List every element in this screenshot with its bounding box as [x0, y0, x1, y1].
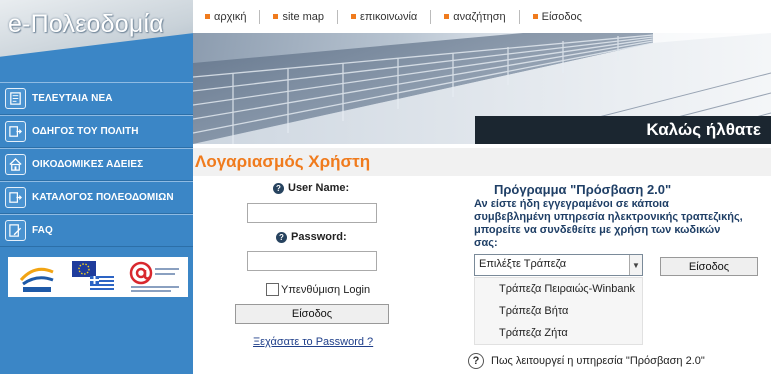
sidebar-item-label: ΟΔΗΓΟΣ ΤΟΥ ΠΟΛΙΤΗ [32, 126, 139, 137]
sidebar-item-citizen-guide[interactable]: ΟΔΗΓΟΣ ΤΟΥ ΠΟΛΙΤΗ [0, 115, 193, 148]
chevron-down-icon[interactable]: ▼ [629, 255, 642, 275]
welcome-banner: Καλώς ήλθατε [475, 116, 771, 144]
bank-option-beta[interactable]: Τράπεζα Βήτα [475, 300, 642, 322]
password-label: ? Password: [276, 231, 347, 243]
bullet-icon [444, 14, 450, 19]
bullet-icon [351, 14, 357, 19]
nav-divider [259, 9, 261, 24]
sidebar-item-label: ΟΙΚΟΔΟΜΙΚΕΣ ΑΔΕΙΕΣ [32, 159, 144, 170]
nav-link-contact[interactable]: επικοινωνία [351, 11, 417, 23]
house-icon [5, 154, 26, 175]
nav-link-label: αρχική [214, 10, 247, 23]
sidebar-item-faq[interactable]: FAQ [0, 214, 193, 247]
faq-icon [5, 220, 26, 241]
prosvasi-description: Αν είστε ήδη εγγεγραμένοι σε κάποια συμβ… [474, 198, 743, 249]
forgot-password-link[interactable]: Ξεχάσατε το Password ? [253, 336, 373, 348]
bank-option-piraeus[interactable]: Τράπεζα Πειραιώς-Winbank [475, 278, 642, 300]
password-input[interactable] [247, 251, 377, 271]
prosvasi-help-text: Πως λειτουργεί η υπηρεσία "Πρόσβαση 2.0" [491, 355, 705, 367]
bank-select-value: Επιλέξτε Τράπεζα [479, 258, 567, 270]
login-button[interactable]: Είσοδος [235, 304, 389, 324]
question-icon: ? [468, 353, 484, 369]
site-logo[interactable]: e-Πολεοδομία [0, 0, 193, 80]
partner-logos [8, 257, 188, 297]
nav-divider [337, 9, 339, 24]
help-icon[interactable]: ? [276, 231, 287, 243]
prosvasi-title: Πρόγραμμα "Πρόσβαση 2.0" [494, 182, 672, 197]
nav-link-home[interactable]: αρχική [205, 11, 246, 23]
nav-divider [430, 9, 432, 24]
bank-options-list: Τράπεζα Πειραιώς-Winbank Τράπεζα Βήτα Τρ… [474, 277, 643, 345]
guide-icon [5, 121, 26, 142]
news-icon [5, 88, 26, 109]
username-label: ? User Name: [273, 182, 349, 194]
nav-link-search[interactable]: αναζήτηση [444, 10, 506, 23]
remember-checkbox[interactable] [266, 283, 279, 296]
nav-link-label: επικοινωνία [360, 10, 418, 23]
nav-link-label: Είσοδος [541, 10, 582, 23]
top-nav: αρχική site map επικοινωνία αναζήτηση Εί… [193, 0, 771, 33]
sidebar-item-catalog[interactable]: ΚΑΤΑΛΟΓΟΣ ΠΟΛΕΟΔΟΜΙΩΝ [0, 181, 193, 214]
username-label-text: User Name: [288, 182, 350, 194]
nav-link-sitemap[interactable]: site map [273, 11, 324, 23]
catalog-icon [5, 187, 26, 208]
sidebar-item-label: ΤΕΛΕΥΤΑΙΑ ΝΕΑ [32, 93, 113, 104]
nav-link-login[interactable]: Είσοδος [532, 10, 582, 23]
nav-link-label: αναζήτηση [453, 10, 506, 23]
remember-label: Υπενθύμιση Login [281, 284, 371, 296]
password-label-text: Password: [291, 231, 347, 243]
account-header: Λογαριασμός Χρήστη [193, 148, 771, 176]
sidebar: e-Πολεοδομία ΤΕΛΕΥΤΑΙΑ ΝΕΑ ΟΔΗΓΟΣ ΤΟΥ ΠΟ… [0, 0, 193, 374]
greece-2020-logo [14, 260, 59, 294]
help-icon[interactable]: ? [273, 182, 284, 194]
username-input[interactable] [247, 203, 377, 223]
sidebar-item-building-permits[interactable]: ΟΙΚΟΔΟΜΙΚΕΣ ΑΔΕΙΕΣ [0, 148, 193, 181]
nav-divider [518, 9, 520, 24]
nav-link-label: site map [282, 10, 325, 23]
bank-select[interactable]: Επιλέξτε Τράπεζα ▼ [474, 254, 643, 276]
bullet-icon [532, 14, 538, 19]
sidebar-item-label: FAQ [32, 225, 53, 236]
sidebar-menu: ΤΕΛΕΥΤΑΙΑ ΝΕΑ ΟΔΗΓΟΣ ΤΟΥ ΠΟΛΙΤΗ ΟΙΚΟΔΟΜΙ… [0, 82, 193, 247]
prosvasi-help[interactable]: ? Πως λειτουργεί η υπηρεσία "Πρόσβαση 2.… [468, 353, 705, 369]
bank-option-zeta[interactable]: Τράπεζα Ζήτα [475, 322, 642, 344]
information-society-logo [130, 261, 180, 292]
header-banner: Καλώς ήλθατε [193, 33, 771, 144]
eu-greece-flags-logo [71, 261, 114, 293]
bullet-icon [273, 14, 279, 19]
sidebar-item-news[interactable]: ΤΕΛΕΥΤΑΙΑ ΝΕΑ [0, 82, 193, 115]
bullet-icon [205, 14, 210, 19]
bank-login-button[interactable]: Είσοδος [660, 257, 758, 276]
sidebar-item-label: ΚΑΤΑΛΟΓΟΣ ΠΟΛΕΟΔΟΜΙΩΝ [32, 192, 174, 203]
site-logo-title: e-Πολεοδομία [8, 10, 164, 38]
